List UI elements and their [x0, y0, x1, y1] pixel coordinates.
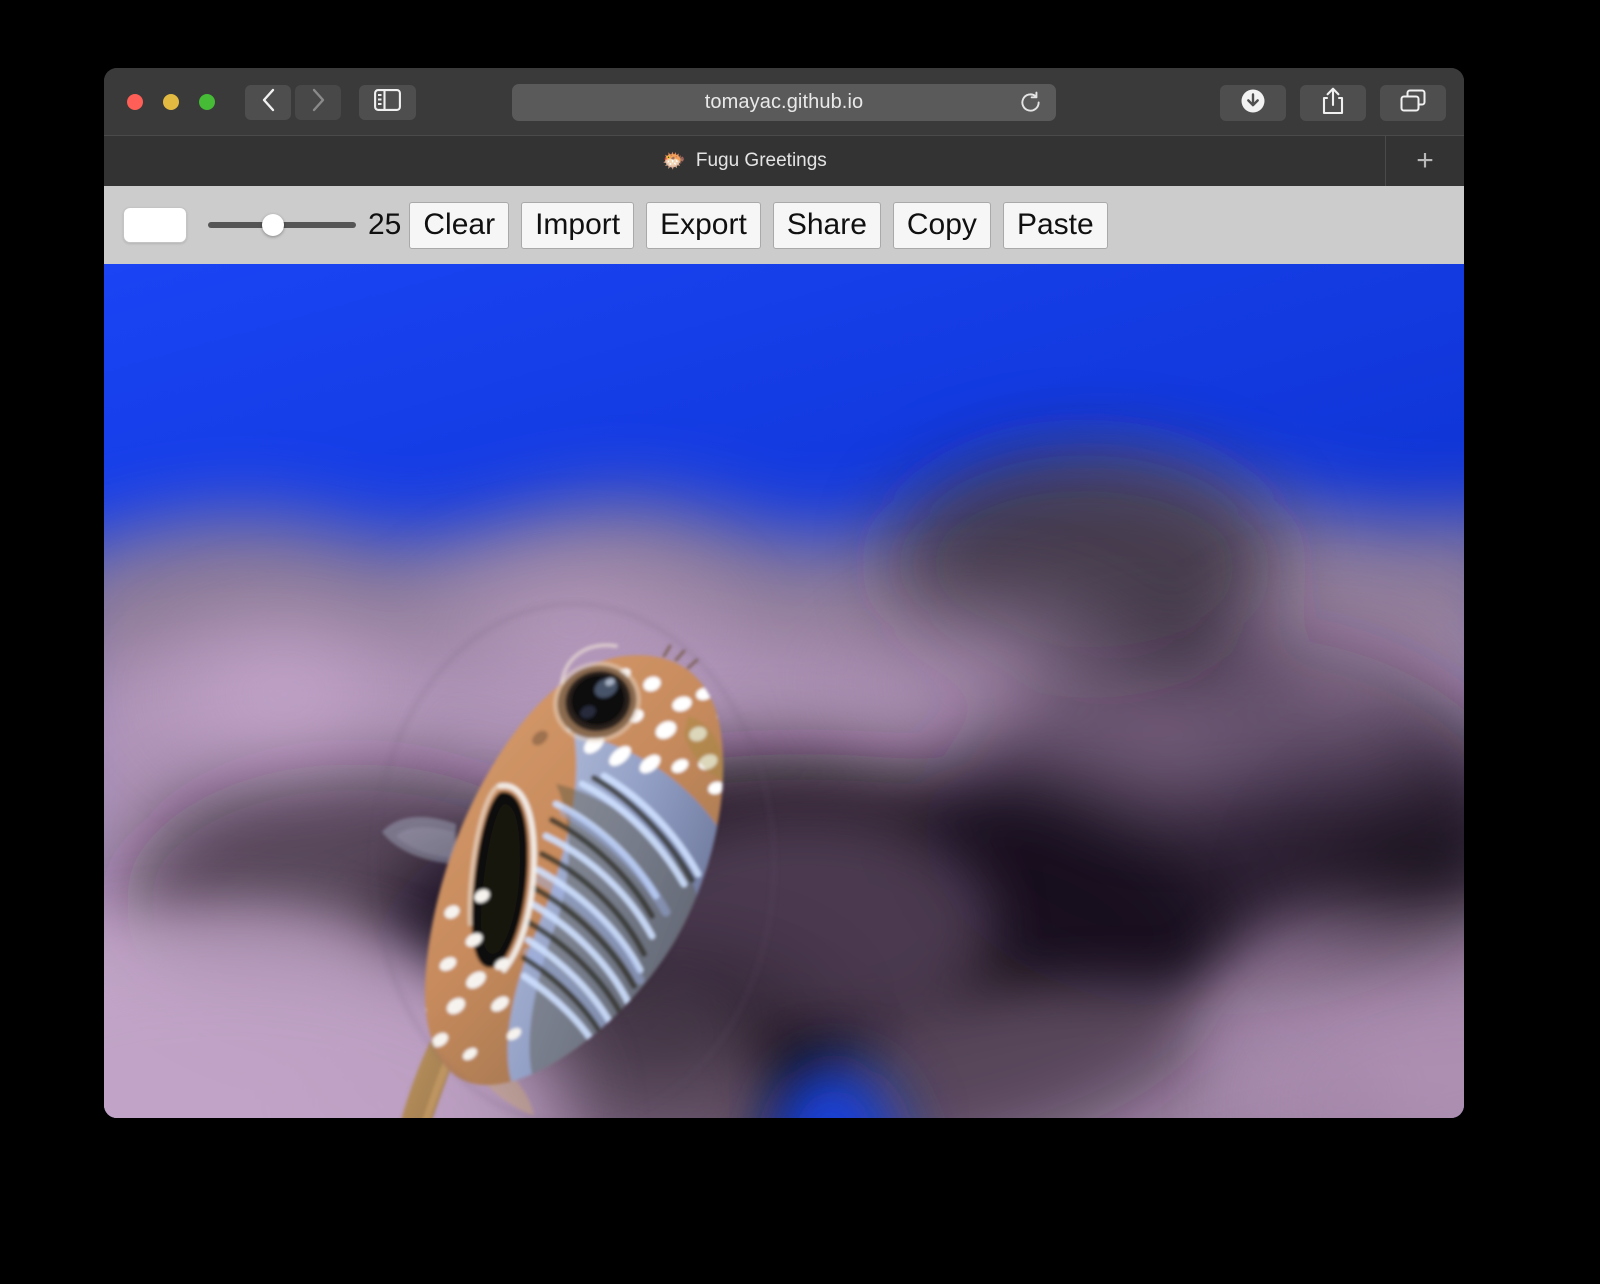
sidebar-toggle-button[interactable] [359, 85, 416, 120]
drawing-canvas[interactable] [104, 264, 1464, 1118]
download-icon [1240, 88, 1266, 119]
reload-button[interactable] [1019, 91, 1042, 119]
browser-window: tomayac.github.io [104, 68, 1464, 1118]
chevron-left-icon [261, 88, 276, 117]
pufferfish-photo [104, 264, 1464, 1118]
plus-icon: + [1416, 146, 1434, 176]
chevron-right-icon [311, 88, 326, 117]
slider-thumb[interactable] [262, 214, 284, 236]
maximize-window-button[interactable] [199, 94, 215, 110]
app-toolbar: 25 Clear Import Export Share Copy Paste [104, 186, 1464, 264]
copy-button[interactable]: Copy [893, 202, 991, 249]
clear-button[interactable]: Clear [409, 202, 509, 249]
paste-button[interactable]: Paste [1003, 202, 1108, 249]
slider-value-label: 25 [368, 208, 401, 242]
address-bar-text: tomayac.github.io [705, 91, 863, 114]
share-button[interactable] [1300, 85, 1366, 121]
blowfish-favicon-icon: 🐡 [662, 152, 686, 171]
toolbar-right-buttons [1220, 85, 1446, 121]
tab-fugu-greetings[interactable]: 🐡 Fugu Greetings [104, 136, 1385, 186]
import-button[interactable]: Import [521, 202, 634, 249]
browser-titlebar: tomayac.github.io [104, 68, 1464, 136]
minimize-window-button[interactable] [163, 94, 179, 110]
tab-bar: 🐡 Fugu Greetings + [104, 136, 1464, 186]
back-button[interactable] [245, 85, 291, 120]
tab-overview-button[interactable] [1380, 85, 1446, 121]
address-bar[interactable]: tomayac.github.io [512, 84, 1056, 121]
share-app-button[interactable]: Share [773, 202, 881, 249]
new-tab-button[interactable]: + [1385, 136, 1464, 186]
tab-title: Fugu Greetings [696, 150, 827, 172]
navigation-buttons [245, 85, 341, 120]
sidebar-toggle-wrap [359, 85, 416, 120]
window-controls [127, 94, 215, 110]
line-width-slider[interactable] [208, 214, 356, 236]
sidebar-icon [374, 89, 401, 116]
screenshot-stage: tomayac.github.io [0, 0, 1600, 1284]
downloads-button[interactable] [1220, 85, 1286, 121]
export-button[interactable]: Export [646, 202, 761, 249]
color-picker-input[interactable] [123, 207, 187, 243]
forward-button[interactable] [295, 85, 341, 120]
close-window-button[interactable] [127, 94, 143, 110]
share-icon [1321, 87, 1345, 120]
tab-overview-icon [1400, 89, 1426, 118]
